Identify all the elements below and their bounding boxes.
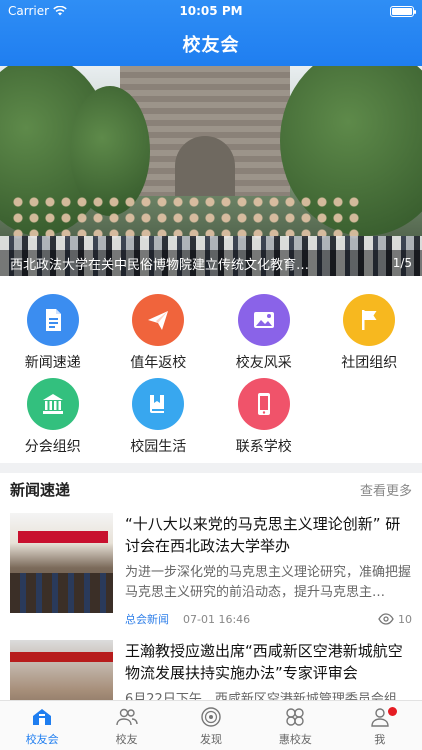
grid-item-label: 校友风采 bbox=[235, 355, 292, 371]
tab-label: 惠校友 bbox=[278, 732, 312, 746]
news-section-title: 新闻速递 bbox=[10, 480, 71, 499]
tab-discover[interactable]: 发现 bbox=[169, 701, 253, 750]
notification-badge bbox=[387, 707, 397, 716]
news-thumbnail bbox=[10, 513, 113, 613]
document-icon bbox=[26, 294, 79, 346]
grid-item-label: 值年返校 bbox=[130, 355, 187, 371]
banner-carousel[interactable]: 西北政法大学在关中民俗博物院建立传统文化教育… 1/5 bbox=[0, 66, 422, 276]
flag-icon bbox=[343, 294, 396, 346]
grid-item-alumni-style[interactable]: 校友风采 bbox=[211, 294, 317, 374]
grid-item-label: 分会组织 bbox=[24, 439, 81, 455]
news-item[interactable]: “十八大以来党的马克思主义理论创新” 研讨会在西北政法大学举办 为进一步深化党的… bbox=[0, 513, 422, 627]
tab-label: 发现 bbox=[199, 732, 222, 746]
news-source: 总会新闻 bbox=[125, 613, 169, 626]
grid-item-branches[interactable]: 分会组织 bbox=[0, 378, 106, 458]
paper-plane-icon bbox=[132, 294, 185, 346]
news-section-header: 新闻速递 查看更多 bbox=[0, 473, 422, 505]
top-bar: Carrier 10:05 PM 校友会 bbox=[0, 0, 422, 66]
news-headline: 王瀚教授应邀出席“西咸新区空港新城航空物流发展扶持实施办法”专家评审会 bbox=[125, 642, 403, 682]
tab-bar: 校友会 校友 发现 惠校友 我 bbox=[0, 700, 422, 750]
grid-item-return[interactable]: 值年返校 bbox=[106, 294, 212, 374]
home-icon bbox=[33, 708, 52, 725]
view-more-link[interactable]: 查看更多 bbox=[360, 480, 412, 499]
grid-item-label: 社团组织 bbox=[341, 355, 398, 371]
banner-caption-text: 西北政法大学在关中民俗博物院建立传统文化教育… bbox=[10, 257, 310, 273]
feature-grid: 新闻速递 值年返校 校友风采 社团组织 分会组织 校园生活 联系学校 bbox=[0, 284, 422, 460]
grid-item-label: 联系学校 bbox=[235, 439, 292, 455]
news-headline: “十八大以来党的马克思主义理论创新” 研讨会在西北政法大学举办 bbox=[125, 515, 401, 555]
grid-item-contact[interactable]: 联系学校 bbox=[211, 378, 317, 458]
page-title: 校友会 bbox=[182, 35, 240, 56]
grid-item-news[interactable]: 新闻速递 bbox=[0, 294, 106, 374]
image-icon bbox=[237, 294, 290, 346]
banner-pager: 1/5 bbox=[392, 256, 412, 270]
battery-icon bbox=[390, 5, 416, 17]
phone-icon bbox=[237, 378, 290, 430]
people-icon bbox=[115, 708, 138, 725]
tab-me[interactable]: 我 bbox=[338, 701, 422, 750]
tab-alumni[interactable]: 校友 bbox=[84, 701, 168, 750]
news-summary: 为进一步深化党的马克思主义理论研究，准确把握马克思主义研究的前沿动态，提升马克思… bbox=[125, 565, 412, 600]
tab-label: 我 bbox=[374, 732, 386, 746]
clover-icon bbox=[286, 707, 305, 726]
tab-label: 校友会 bbox=[25, 732, 59, 746]
grid-item-campus-life[interactable]: 校园生活 bbox=[106, 378, 212, 458]
grid-item-clubs[interactable]: 社团组织 bbox=[317, 294, 422, 374]
clock: 10:05 PM bbox=[179, 4, 243, 18]
status-bar: Carrier 10:05 PM bbox=[0, 0, 422, 22]
tab-label: 校友 bbox=[115, 732, 138, 746]
news-meta: 总会新闻 07-01 16:46 10 bbox=[125, 611, 412, 627]
book-icon bbox=[132, 378, 185, 430]
grid-item-label: 新闻速递 bbox=[24, 355, 81, 371]
compass-icon bbox=[201, 706, 221, 727]
eye-icon bbox=[378, 613, 394, 625]
section-divider bbox=[0, 463, 422, 473]
grid-item-label: 校园生活 bbox=[130, 439, 187, 455]
news-view-count: 10 bbox=[398, 612, 412, 626]
news-date: 07-01 16:46 bbox=[183, 612, 251, 626]
banner-caption: 西北政法大学在关中民俗博物院建立传统文化教育… 1/5 bbox=[0, 250, 422, 276]
news-views: 10 bbox=[378, 613, 412, 626]
tab-benefits[interactable]: 惠校友 bbox=[253, 701, 337, 750]
building-icon bbox=[26, 378, 79, 430]
tab-alumni-association[interactable]: 校友会 bbox=[0, 701, 84, 750]
